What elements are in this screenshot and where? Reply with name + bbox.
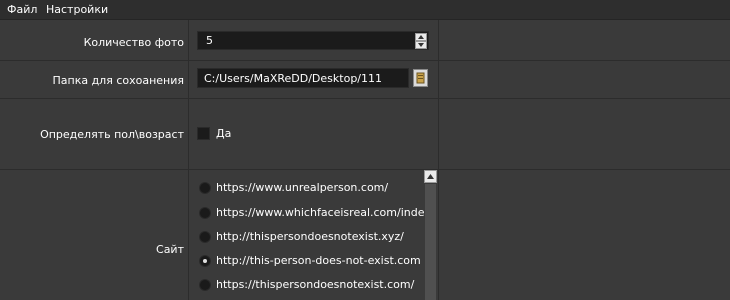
site-option[interactable]: https://www.unrealperson.com/ bbox=[190, 180, 425, 196]
spin-up-button[interactable] bbox=[415, 33, 427, 41]
site-option-label[interactable]: http://this-person-does-not-exist.com bbox=[216, 254, 421, 267]
site-option[interactable]: https://thispersondoesnotexist.com/ bbox=[190, 277, 425, 293]
save-folder-label: Папка для сохоанения bbox=[52, 74, 184, 87]
radio-button[interactable] bbox=[199, 207, 211, 219]
row-divider bbox=[0, 60, 730, 61]
site-label: Сайт bbox=[156, 243, 184, 256]
menubar: Файл Настройки bbox=[0, 0, 730, 20]
gender-age-checkbox[interactable] bbox=[197, 127, 210, 140]
spin-down-button[interactable] bbox=[415, 41, 427, 49]
site-option-label[interactable]: https://www.whichfaceisreal.com/index.ph… bbox=[216, 206, 425, 219]
site-option-label[interactable]: http://thispersondoesnotexist.xyz/ bbox=[216, 230, 404, 243]
photo-count-label: Количество фото bbox=[83, 36, 184, 49]
menu-file[interactable]: Файл bbox=[7, 3, 37, 16]
triangle-down-icon bbox=[418, 43, 424, 47]
browse-folder-button[interactable] bbox=[413, 69, 428, 87]
column-divider bbox=[188, 20, 189, 300]
radio-button-selected[interactable] bbox=[199, 255, 211, 267]
row-divider bbox=[0, 98, 730, 99]
column-divider bbox=[438, 20, 439, 300]
photo-count-spinbox[interactable]: 5 bbox=[197, 31, 429, 50]
site-option[interactable]: http://this-person-does-not-exist.com bbox=[190, 253, 425, 269]
triangle-up-icon bbox=[418, 35, 424, 39]
gender-age-label: Определять пол\возраст bbox=[40, 128, 184, 141]
site-list-scrollbar[interactable] bbox=[424, 170, 437, 300]
scrollbar-thumb[interactable] bbox=[425, 184, 436, 300]
site-option-label[interactable]: https://www.unrealperson.com/ bbox=[216, 181, 388, 194]
gender-age-checkbox-label[interactable]: Да bbox=[216, 127, 231, 140]
save-folder-value[interactable]: C:/Users/MaXReDD/Desktop/111 bbox=[204, 72, 382, 85]
radio-button[interactable] bbox=[199, 231, 211, 243]
photo-count-value[interactable]: 5 bbox=[206, 34, 213, 47]
menu-settings[interactable]: Настройки bbox=[46, 3, 108, 16]
radio-button[interactable] bbox=[199, 182, 211, 194]
scroll-up-button[interactable] bbox=[424, 170, 437, 183]
folder-icon bbox=[416, 72, 425, 84]
save-folder-input[interactable]: C:/Users/MaXReDD/Desktop/111 bbox=[197, 68, 409, 88]
site-option[interactable]: https://www.whichfaceisreal.com/index.ph… bbox=[190, 205, 425, 221]
site-option-label[interactable]: https://thispersondoesnotexist.com/ bbox=[216, 278, 414, 291]
triangle-up-icon bbox=[427, 174, 434, 179]
site-options-list: https://www.unrealperson.com/ https://ww… bbox=[190, 170, 425, 300]
radio-button[interactable] bbox=[199, 279, 211, 291]
site-option[interactable]: http://thispersondoesnotexist.xyz/ bbox=[190, 229, 425, 245]
